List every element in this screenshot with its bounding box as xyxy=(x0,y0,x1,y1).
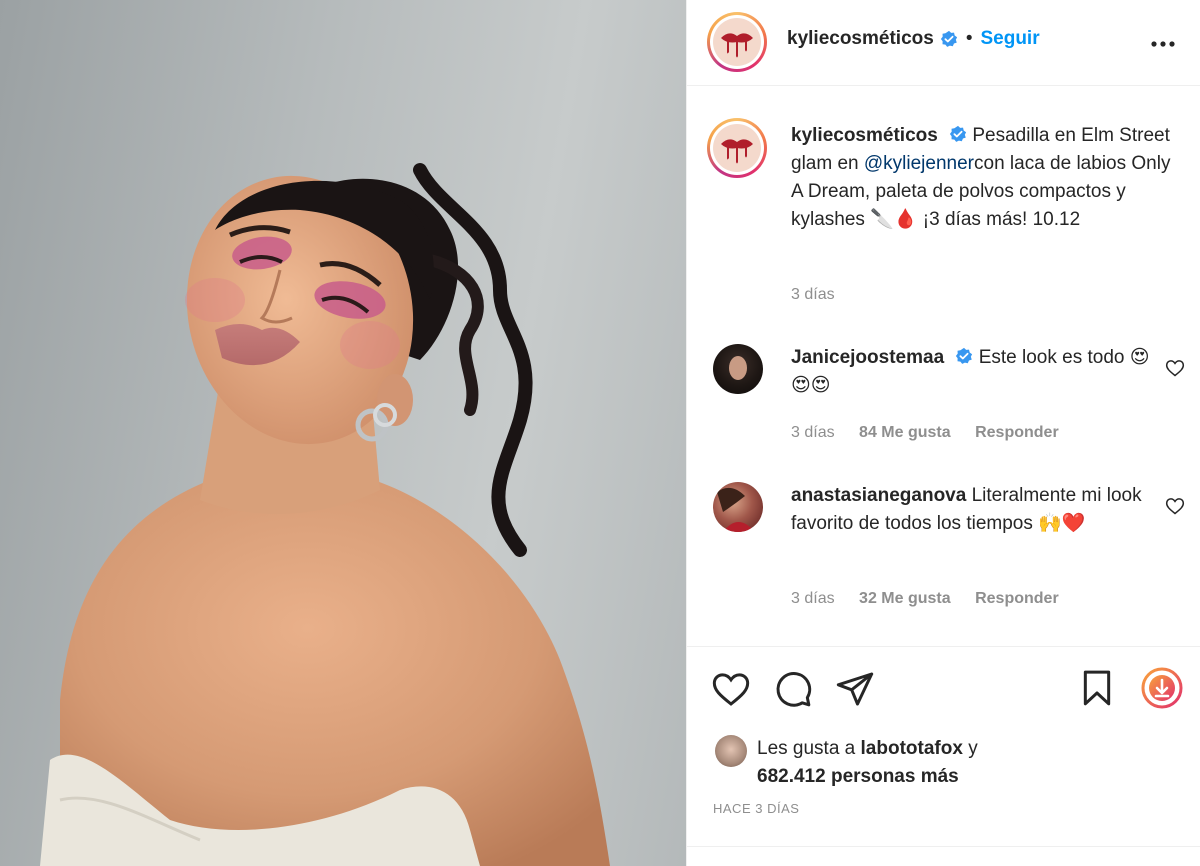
post-timestamp[interactable]: HACE 3 DÍAS xyxy=(713,801,799,816)
add-comment-bar xyxy=(687,846,1200,866)
portrait-illustration xyxy=(40,163,610,866)
verified-icon xyxy=(949,125,967,142)
comment-time[interactable]: 3 días xyxy=(791,590,835,607)
caption-mention-link[interactable]: @kyliejenner xyxy=(864,153,974,174)
likes-middle: y xyxy=(962,738,978,759)
reply-button[interactable]: Responder xyxy=(975,590,1059,607)
likes-prefix: Les gusta a xyxy=(757,738,861,759)
comment-body: anastasianeganova Literalmente mi look f… xyxy=(791,482,1161,538)
comment-meta: 3 días 32 Me gusta Responder xyxy=(791,590,1079,608)
post-sidebar: kyliecosméticos • Seguir kyliecosméticos… xyxy=(686,0,1200,866)
comment-body: Janicejoostemaa Este look es todo 😍😍😍 xyxy=(791,344,1161,400)
post-actions: Les gusta a labototafox y 682.412 person… xyxy=(687,646,1200,866)
caption-avatar[interactable] xyxy=(707,118,767,178)
likes-count[interactable]: 682.412 personas más xyxy=(757,766,959,787)
heart-icon[interactable] xyxy=(711,669,751,709)
commenter-avatar[interactable] xyxy=(713,482,763,532)
post-caption: kyliecosméticos Pesadilla en Elm Street … xyxy=(791,122,1181,234)
liker-avatar[interactable] xyxy=(715,735,747,767)
author-avatar[interactable] xyxy=(707,12,767,72)
caption-username[interactable]: kyliecosméticos xyxy=(791,125,938,146)
comment-username[interactable]: anastasianeganova xyxy=(791,485,966,506)
caption-time[interactable]: 3 días xyxy=(791,286,835,303)
commenter-avatar[interactable] xyxy=(713,344,763,394)
share-icon[interactable] xyxy=(835,669,875,709)
post-header: kyliecosméticos • Seguir xyxy=(687,0,1200,86)
comments-section: kyliecosméticos Pesadilla en Elm Street … xyxy=(687,86,1200,646)
comment-like-heart-icon[interactable] xyxy=(1165,496,1185,516)
verified-icon xyxy=(940,30,957,47)
verified-icon xyxy=(956,347,973,364)
kylie-drip-logo-icon xyxy=(713,124,761,172)
likes-summary: Les gusta a labototafox y 682.412 person… xyxy=(757,735,978,791)
comment-like-heart-icon[interactable] xyxy=(1165,358,1185,378)
follow-button[interactable]: Seguir xyxy=(980,28,1039,50)
caption-meta: 3 días xyxy=(791,286,855,304)
download-icon[interactable] xyxy=(1141,667,1183,709)
liker-username[interactable]: labototafox xyxy=(861,738,963,759)
more-options-icon[interactable] xyxy=(1151,28,1175,48)
comment-username[interactable]: Janicejoostemaa xyxy=(791,347,944,368)
comment-meta: 3 días 84 Me gusta Responder xyxy=(791,424,1079,442)
reply-button[interactable]: Responder xyxy=(975,424,1059,441)
comment-likes[interactable]: 84 Me gusta xyxy=(859,424,951,441)
comment-icon[interactable] xyxy=(773,669,813,709)
post-photo[interactable] xyxy=(0,0,686,866)
bookmark-icon[interactable] xyxy=(1077,667,1117,709)
kylie-drip-logo-icon xyxy=(713,18,761,66)
comment-likes[interactable]: 32 Me gusta xyxy=(859,590,951,607)
header-username[interactable]: kyliecosméticos xyxy=(787,28,934,50)
separator-dot: • xyxy=(965,28,973,49)
comment-time[interactable]: 3 días xyxy=(791,424,835,441)
